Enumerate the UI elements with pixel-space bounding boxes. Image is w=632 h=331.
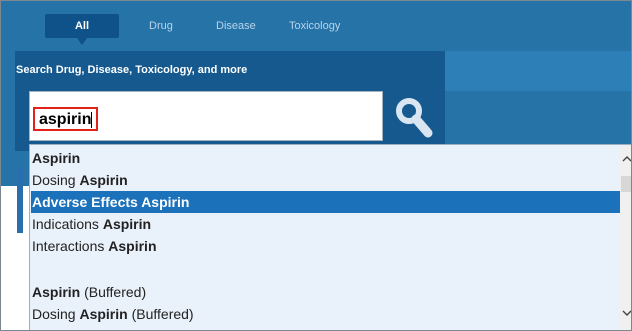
active-tab-pointer [77,38,87,45]
text-caret [91,111,93,128]
dropdown-scrollbar[interactable] [620,146,632,330]
suggestion-item[interactable]: Indications Aspirin [31,213,151,235]
chevron-down-icon[interactable] [622,308,632,318]
scrollbar-thumb[interactable] [621,176,631,192]
suggestion-item[interactable]: Dosing Aspirin [31,169,128,191]
suggestion-item[interactable]: Aspirin [31,147,80,169]
chevron-up-icon[interactable] [622,154,632,164]
search-input[interactable]: aspirin [29,91,383,141]
search-heading: Search Drug, Disease, Toxicology, and mo… [16,64,248,76]
search-query: aspirin [39,111,92,128]
tab-disease[interactable]: Disease [216,14,256,38]
suggestion-item[interactable]: Aspirin (Buffered) [31,281,146,303]
tab-all[interactable]: All [45,14,119,38]
search-button[interactable] [389,93,441,143]
search-icon [396,98,433,138]
suggestion-dropdown[interactable]: Aspirin Dosing Aspirin Adverse Effects A… [29,144,632,330]
search-query-highlight: aspirin [33,107,99,131]
suggestion-item[interactable]: Dosing Aspirin (Buffered) [31,303,194,325]
suggestion-item-selected[interactable]: Adverse Effects Aspirin [31,191,620,213]
suggestion-item[interactable]: Interactions Aspirin [31,235,157,257]
app-frame: All Drug Disease Toxicology Search Drug,… [0,0,632,331]
tab-toxicology[interactable]: Toxicology [289,14,340,38]
page-side-marker [17,167,23,233]
header-band [444,51,631,91]
tab-drug[interactable]: Drug [149,14,173,38]
